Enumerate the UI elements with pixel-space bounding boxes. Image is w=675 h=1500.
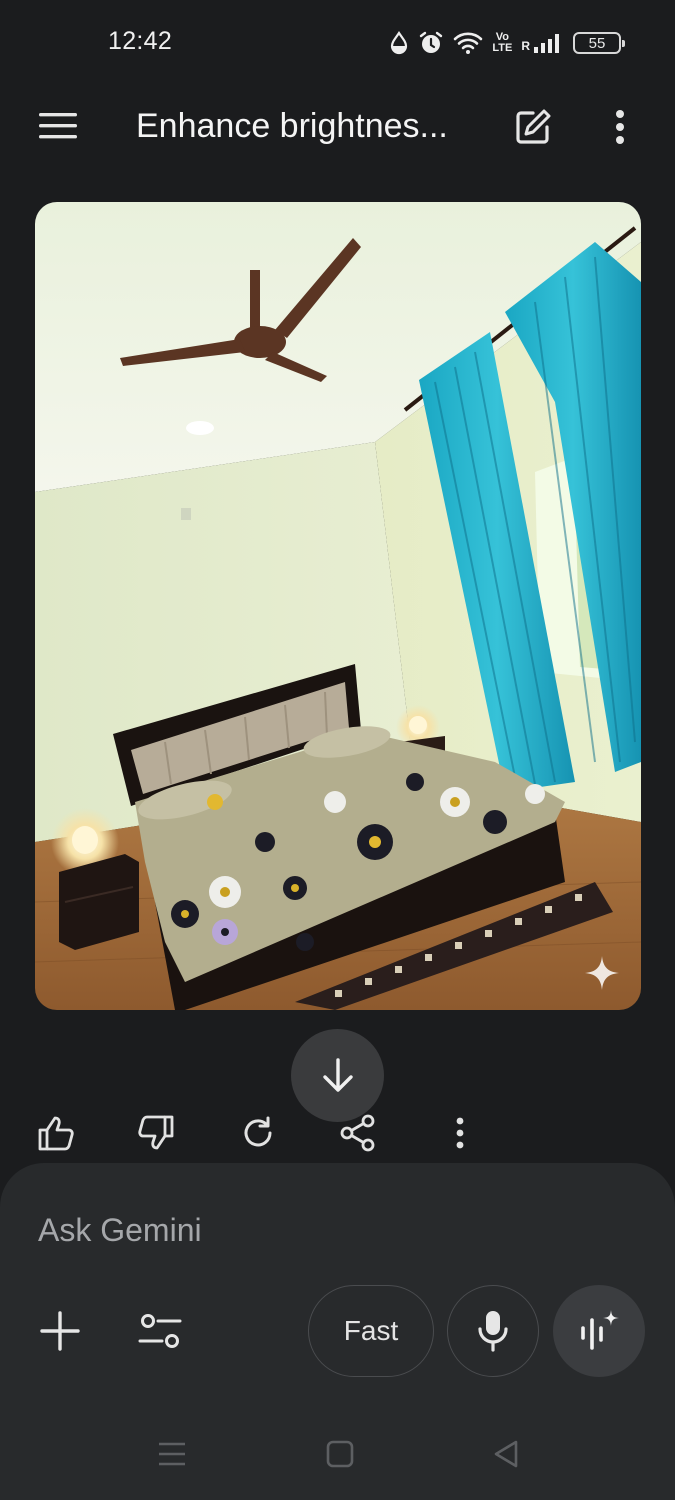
- new-chat-button[interactable]: [510, 104, 556, 150]
- add-attachment-button[interactable]: [34, 1305, 86, 1357]
- status-icons: Vo LTE R 55: [389, 28, 625, 58]
- gemini-live-button[interactable]: [553, 1285, 645, 1377]
- roaming-indicator: R: [521, 39, 530, 53]
- tune-icon: [138, 1314, 182, 1348]
- model-mode-label: Fast: [343, 1315, 399, 1346]
- ask-gemini-input[interactable]: [38, 1207, 628, 1253]
- arrow-down-icon: [322, 1057, 353, 1092]
- tools-button[interactable]: [132, 1305, 188, 1357]
- plus-icon: [40, 1311, 80, 1351]
- volte-icon: Vo LTE: [492, 32, 512, 54]
- system-nav-bar: [0, 1420, 675, 1490]
- menu-icon: [39, 113, 77, 139]
- thumbs-up-icon: [38, 1116, 74, 1151]
- more-vert-icon: [616, 110, 624, 144]
- recents-button[interactable]: [152, 1434, 192, 1474]
- home-icon: [326, 1440, 354, 1468]
- model-mode-button[interactable]: Fast: [308, 1285, 434, 1377]
- sparkle-icon: [585, 956, 619, 990]
- regenerate-button[interactable]: [234, 1109, 282, 1157]
- thumbs-down-icon: [138, 1115, 174, 1150]
- status-time: 12:42: [108, 27, 173, 55]
- wifi-icon: [453, 31, 483, 55]
- more-options-button[interactable]: [598, 104, 642, 150]
- back-icon: [494, 1440, 518, 1468]
- response-more-button[interactable]: [436, 1109, 484, 1157]
- more-vert-icon: [456, 1117, 464, 1149]
- thumbs-down-button[interactable]: [132, 1109, 180, 1157]
- menu-button[interactable]: [36, 104, 82, 148]
- signal-icon: R: [521, 33, 564, 53]
- thumbs-up-button[interactable]: [32, 1109, 80, 1157]
- mic-icon: [478, 1311, 508, 1352]
- recents-icon: [159, 1442, 185, 1466]
- bedroom-image: [35, 202, 641, 1010]
- chat-title[interactable]: Enhance brightnes...: [136, 104, 476, 148]
- battery-indicator: 55: [573, 32, 625, 54]
- regenerate-icon: [244, 1116, 272, 1147]
- home-button[interactable]: [320, 1434, 360, 1474]
- share-icon: [340, 1114, 375, 1152]
- microphone-button[interactable]: [447, 1285, 539, 1377]
- status-bar: 12:42 Vo LTE R 55: [0, 0, 675, 84]
- alarm-icon: [418, 30, 444, 56]
- response-actions: [0, 1105, 675, 1159]
- generated-image[interactable]: [35, 202, 641, 1010]
- back-button[interactable]: [486, 1434, 526, 1474]
- app-bar: Enhance brightnes...: [0, 90, 675, 162]
- volte-bottom: LTE: [492, 42, 513, 54]
- share-button[interactable]: [334, 1109, 382, 1157]
- live-waveform-icon: [581, 1310, 619, 1350]
- battery-level: 55: [588, 34, 606, 52]
- edit-icon: [516, 109, 551, 144]
- data-saver-icon: [389, 31, 409, 55]
